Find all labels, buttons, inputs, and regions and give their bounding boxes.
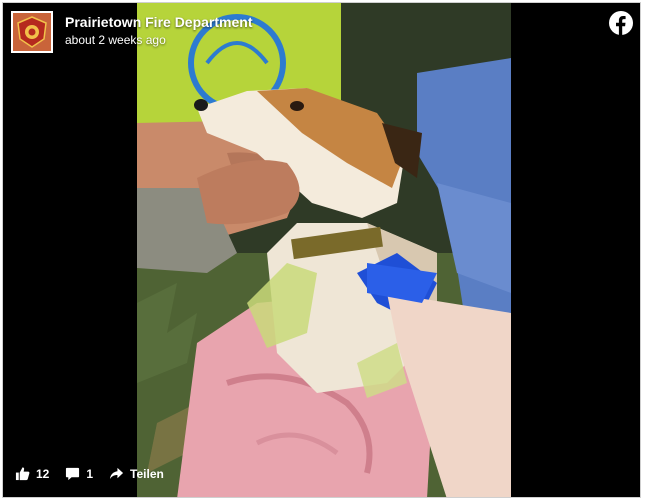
fire-department-badge-icon: [13, 13, 51, 51]
post-meta: Prairietown Fire Department about 2 week…: [65, 14, 253, 48]
share-button[interactable]: Teilen: [109, 466, 164, 481]
share-arrow-icon: [109, 467, 124, 479]
dog-rescue-photo: [137, 3, 511, 497]
share-label: Teilen: [130, 466, 164, 481]
like-count: 12: [36, 466, 50, 481]
embedded-facebook-post: Prairietown Fire Department about 2 week…: [2, 2, 641, 498]
comment-bubble-icon: [66, 467, 80, 481]
like-button[interactable]: 12: [15, 466, 49, 481]
post-timestamp[interactable]: about 2 weeks ago: [65, 32, 253, 48]
page-name[interactable]: Prairietown Fire Department: [65, 14, 253, 31]
comment-button[interactable]: 1: [65, 466, 93, 481]
post-photo[interactable]: [137, 3, 511, 497]
page-avatar[interactable]: [11, 11, 53, 53]
post-actions: 12 1 Teilen: [15, 466, 180, 481]
facebook-icon[interactable]: [609, 11, 633, 35]
comment-count: 1: [86, 466, 94, 481]
post-header: Prairietown Fire Department about 2 week…: [11, 11, 253, 55]
thumbs-up-icon: [15, 467, 30, 481]
